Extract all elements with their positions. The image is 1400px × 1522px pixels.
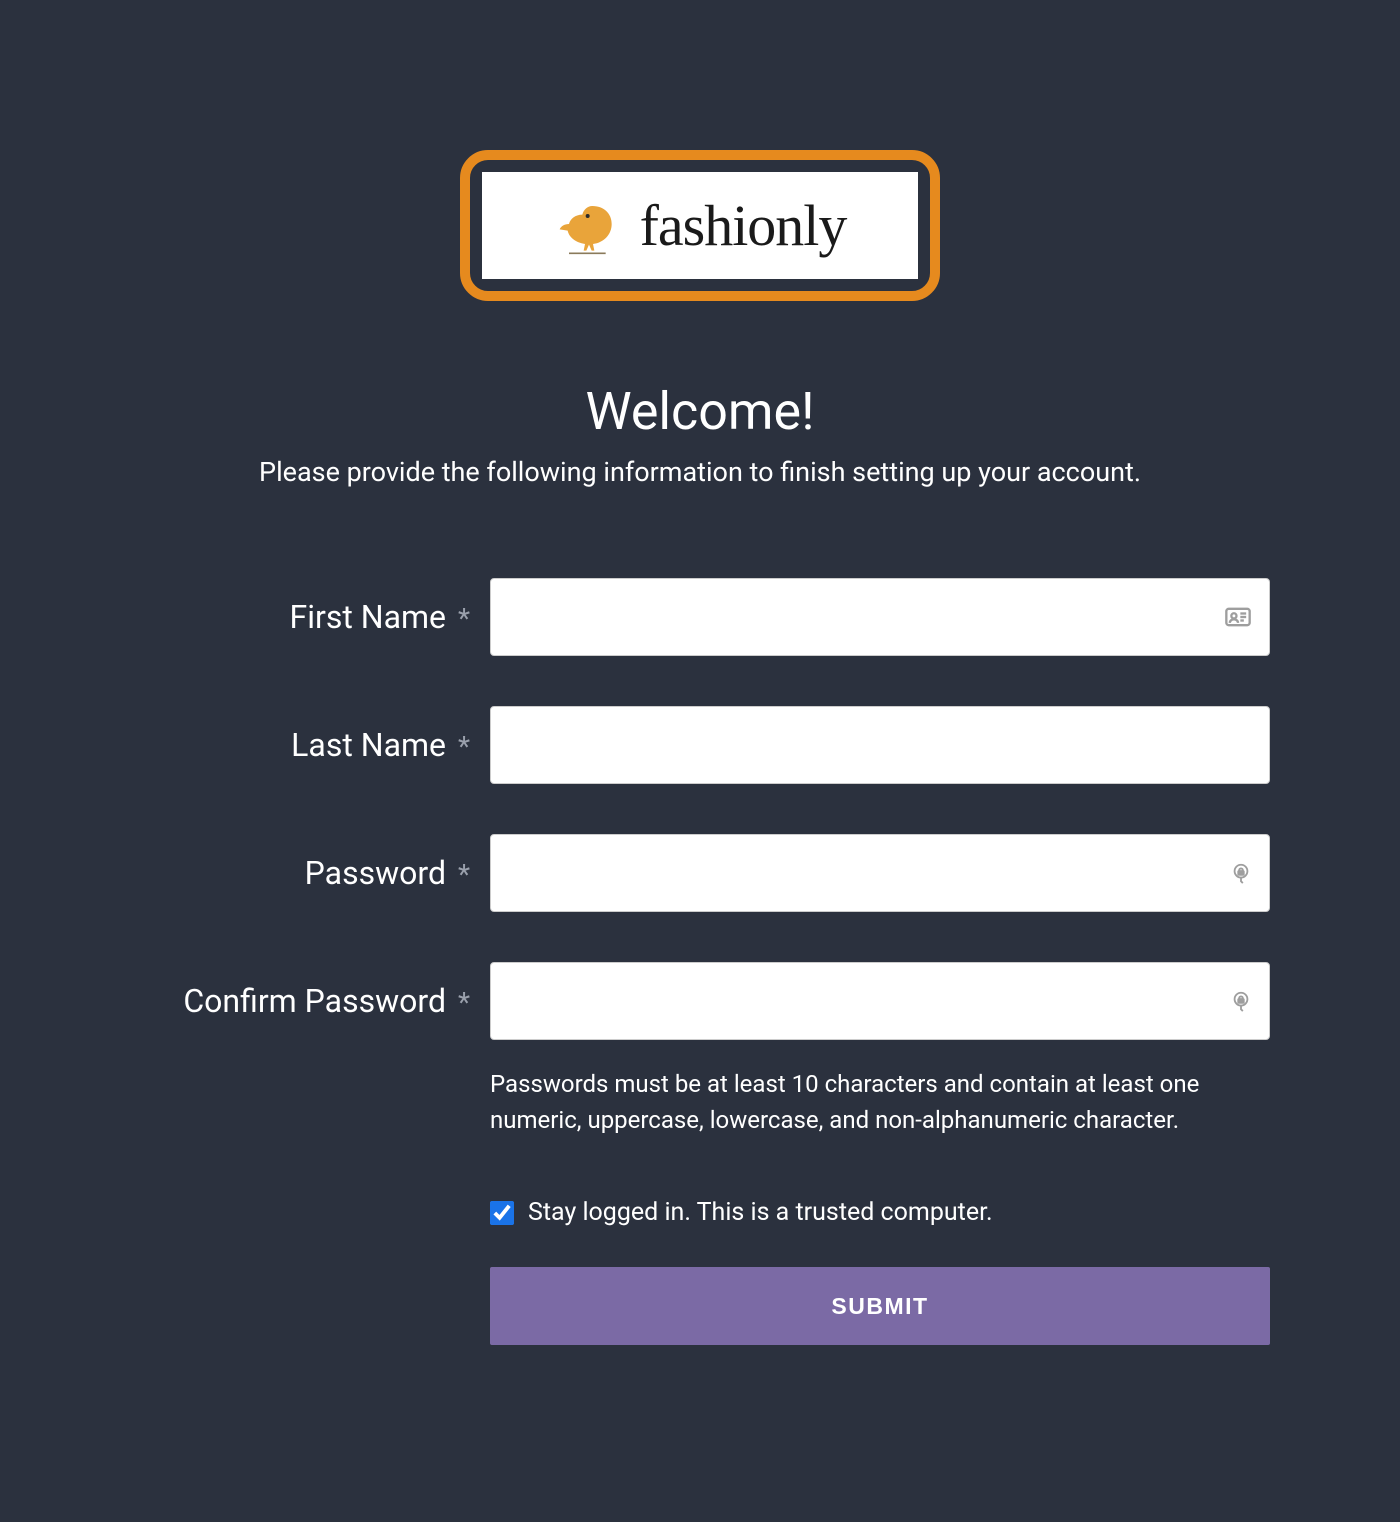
- confirm-password-label: Confirm Password *: [130, 982, 490, 1020]
- stay-logged-in-wrap: Stay logged in. This is a trusted comput…: [490, 1198, 1270, 1227]
- signup-container: fashionly Welcome! Please provide the fo…: [130, 0, 1270, 1345]
- password-hint: Passwords must be at least 10 characters…: [490, 1066, 1270, 1138]
- confirm-password-label-text: Confirm Password: [183, 982, 446, 1020]
- stay-logged-in-label[interactable]: Stay logged in. This is a trusted comput…: [528, 1198, 993, 1227]
- last-name-label-text: Last Name: [291, 726, 446, 764]
- first-name-label: First Name *: [130, 598, 490, 636]
- last-name-input[interactable]: [490, 706, 1270, 784]
- confirm-password-input-wrap: [490, 962, 1270, 1040]
- password-label: Password *: [130, 854, 490, 892]
- password-input-wrap: [490, 834, 1270, 912]
- stay-logged-in-checkbox[interactable]: [490, 1201, 514, 1225]
- password-hint-row: Passwords must be at least 10 characters…: [130, 1066, 1270, 1138]
- id-card-icon: [1224, 603, 1252, 631]
- key-icon: [1230, 862, 1252, 884]
- submit-row: SUBMIT: [130, 1267, 1270, 1345]
- first-name-row: First Name *: [130, 578, 1270, 656]
- logo: fashionly: [482, 172, 918, 279]
- required-mark: *: [458, 602, 470, 635]
- logo-text: fashionly: [640, 192, 847, 259]
- password-row: Password *: [130, 834, 1270, 912]
- confirm-password-input[interactable]: [490, 962, 1270, 1040]
- spacer: [130, 1198, 490, 1227]
- last-name-row: Last Name *: [130, 706, 1270, 784]
- last-name-input-wrap: [490, 706, 1270, 784]
- spacer: [130, 1066, 490, 1138]
- first-name-label-text: First Name: [290, 598, 447, 636]
- required-mark: *: [458, 730, 470, 763]
- password-input[interactable]: [490, 834, 1270, 912]
- first-name-input-wrap: [490, 578, 1270, 656]
- page-subtitle: Please provide the following information…: [130, 456, 1270, 488]
- confirm-password-row: Confirm Password *: [130, 962, 1270, 1040]
- page-title: Welcome!: [130, 381, 1270, 442]
- password-label-text: Password: [305, 854, 446, 892]
- key-icon: [1230, 990, 1252, 1012]
- first-name-input[interactable]: [490, 578, 1270, 656]
- signup-form: First Name * Last: [130, 578, 1270, 1345]
- spacer: [130, 1267, 490, 1345]
- submit-button[interactable]: SUBMIT: [490, 1267, 1270, 1345]
- last-name-label: Last Name *: [130, 726, 490, 764]
- required-mark: *: [458, 986, 470, 1019]
- logo-frame: fashionly: [460, 150, 940, 301]
- required-mark: *: [458, 858, 470, 891]
- stay-logged-in-row: Stay logged in. This is a trusted comput…: [130, 1198, 1270, 1227]
- bird-icon: [554, 196, 624, 256]
